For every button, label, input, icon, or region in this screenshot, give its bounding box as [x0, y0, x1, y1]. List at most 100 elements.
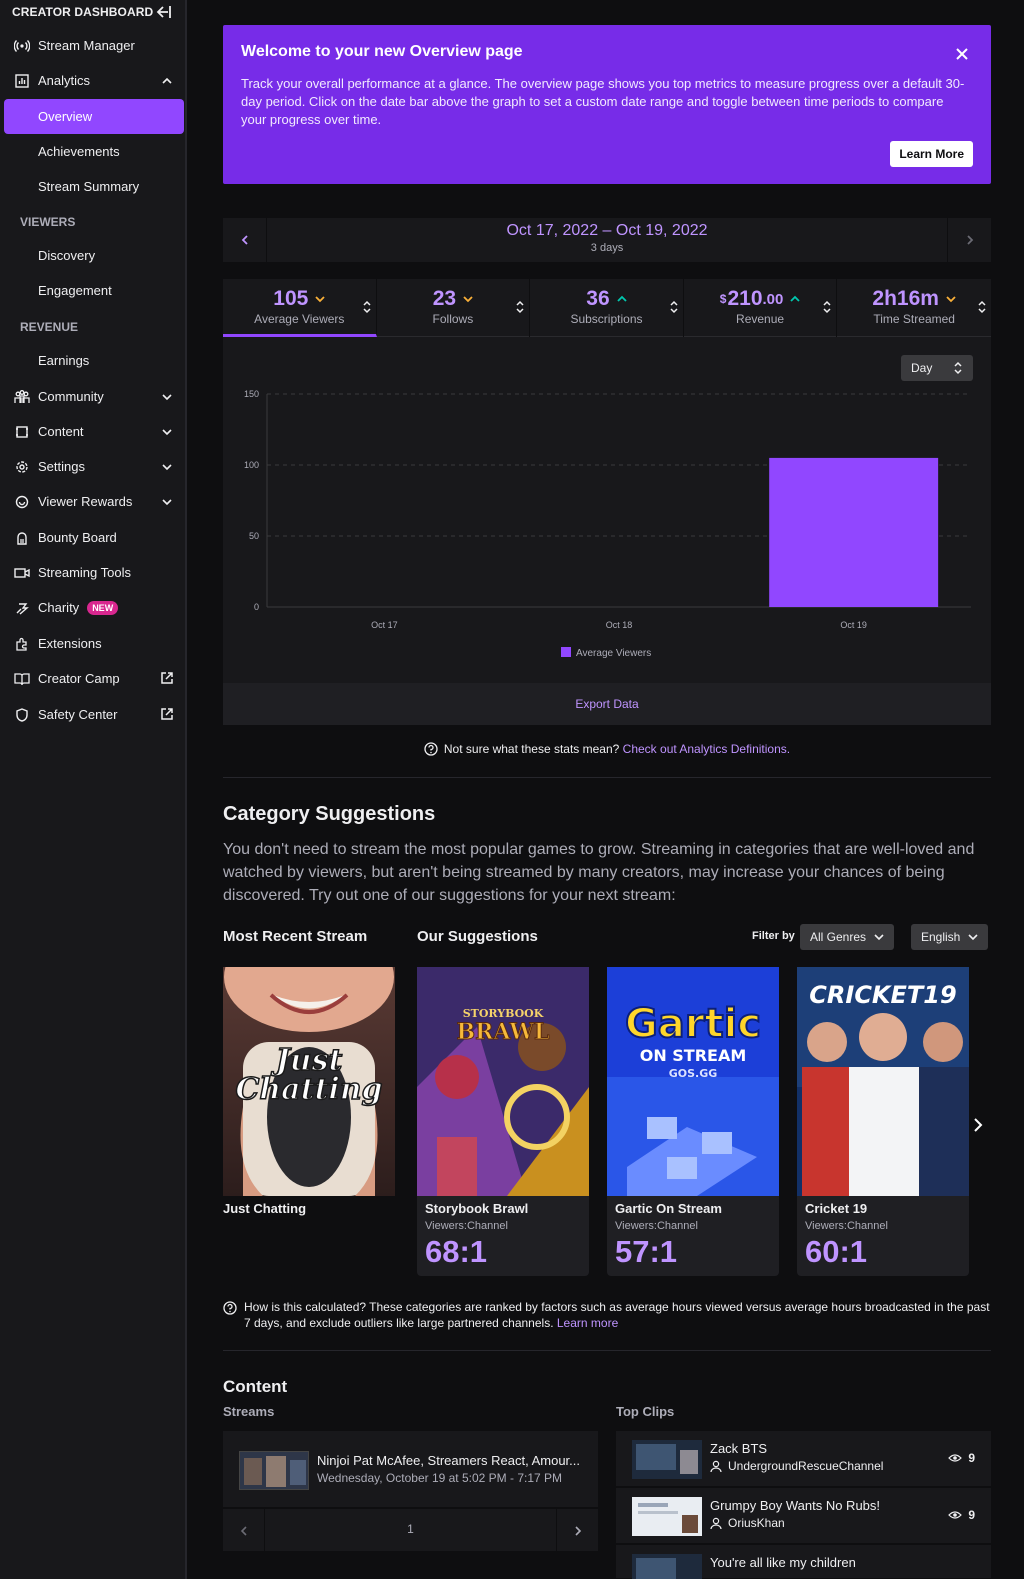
nav-creator-camp[interactable]: Creator Camp: [4, 661, 184, 696]
chevron-down-icon: [160, 460, 174, 474]
metric-average-viewers[interactable]: 105 Average Viewers: [223, 279, 377, 337]
collapse-sidebar-icon[interactable]: [155, 3, 173, 21]
export-data-button[interactable]: Export Data: [223, 683, 991, 725]
book-icon: [14, 671, 30, 687]
gartic-art: Gartic ON STREAM GOS.GG: [607, 967, 779, 1196]
clip-list-item[interactable]: You're all like my children: [616, 1545, 991, 1579]
clip-list-item[interactable]: Zack BTS UndergroundRescueChannel 9: [616, 1431, 991, 1487]
date-range-days: 3 days: [590, 242, 624, 254]
camera-icon: [14, 565, 30, 581]
new-badge: NEW: [87, 600, 119, 615]
stream-title: Ninjoi Pat McAfee, Streamers React, Amou…: [317, 1453, 580, 1468]
stream-list-item[interactable]: Ninjoi Pat McAfee, Streamers React, Amou…: [223, 1431, 598, 1507]
chevron-right-icon[interactable]: [971, 1116, 985, 1134]
x-tick-label: Oct 17: [371, 620, 398, 630]
sort-icon: [670, 300, 678, 314]
metric-time-streamed[interactable]: 2h16m Time Streamed: [837, 279, 991, 337]
cricket-art: CRICKET19: [797, 967, 969, 1196]
chart-panel: Day 0 50 100 150 Oct 17 Oct 18 Oct 19 Average V…: [223, 337, 991, 683]
clip-views: 9: [968, 1451, 975, 1465]
just-chatting-title: Just Chatting: [223, 1201, 307, 1216]
trend-down-icon: [463, 296, 473, 303]
question-icon: [223, 1301, 237, 1315]
clip-list-item[interactable]: Grumpy Boy Wants No Rubs! OriusKhan 9: [616, 1488, 991, 1544]
nav-achievements[interactable]: Achievements: [4, 134, 184, 169]
top-clips-label: Top Clips: [616, 1404, 675, 1419]
stream-thumbnail: [239, 1451, 309, 1490]
nav-discovery[interactable]: Discovery: [4, 238, 184, 273]
metric-subscriptions[interactable]: 36 Subscriptions: [530, 279, 684, 337]
nav-earnings[interactable]: Earnings: [4, 343, 184, 378]
suggestion-ratio: 68:1: [425, 1234, 488, 1269]
sidebar-title: CREATOR DASHBOARD: [12, 5, 154, 19]
metric-label: Follows: [432, 312, 474, 326]
clip-title: Zack BTS: [710, 1441, 768, 1456]
category-suggestions-desc: You don't need to stream the most popula…: [223, 841, 975, 904]
nav-safety-center[interactable]: Safety Center: [4, 697, 184, 732]
nav-content[interactable]: Content: [4, 414, 184, 449]
shield-icon: [14, 707, 30, 723]
language-dropdown[interactable]: English: [911, 924, 989, 950]
clip-title: You're all like my children: [710, 1555, 856, 1570]
welcome-title: Welcome to your new Overview page: [241, 43, 523, 60]
interval-select[interactable]: Day: [901, 355, 973, 381]
nav-community-label: Community: [38, 389, 104, 404]
nav-charity[interactable]: Charity NEW: [4, 590, 184, 625]
previous-page-button[interactable]: [223, 1509, 265, 1552]
gartic-art-line1: Gartic: [625, 1001, 761, 1047]
next-period-button[interactable]: [947, 218, 991, 262]
clip-user: OriusKhan: [728, 1516, 785, 1530]
sort-icon: [978, 300, 986, 314]
nav-bounty-board[interactable]: Bounty Board: [4, 520, 184, 555]
nav-stream-manager-label: Stream Manager: [38, 38, 135, 53]
metric-value: 23: [432, 287, 457, 310]
nav-community[interactable]: Community: [4, 379, 184, 414]
streams-label: Streams: [223, 1404, 275, 1419]
suggestion-ratio: 60:1: [805, 1234, 868, 1269]
user-icon: [710, 1517, 722, 1529]
nav-engagement[interactable]: Engagement: [4, 273, 184, 308]
metric-decimals: .00: [762, 290, 784, 308]
metric-revenue[interactable]: $210.00 Revenue: [684, 279, 838, 337]
analytics-definitions-link[interactable]: Check out Analytics Definitions.: [623, 742, 790, 756]
nav-stream-summary-label: Stream Summary: [38, 179, 140, 194]
nav-analytics-label: Analytics: [38, 73, 91, 88]
nav-settings[interactable]: Settings: [4, 449, 184, 484]
cricket-art-line1: CRICKET19: [809, 981, 956, 1009]
sort-icon: [516, 300, 524, 314]
just-chatting-card[interactable]: Just Chatting: [223, 967, 395, 1196]
next-page-button[interactable]: [556, 1509, 598, 1552]
y-tick-label: 0: [254, 602, 259, 612]
external-link-icon: [160, 671, 174, 685]
close-icon[interactable]: [955, 47, 969, 61]
nav-analytics[interactable]: Analytics: [4, 63, 184, 98]
date-range-picker[interactable]: Oct 17, 2022 – Oct 19, 2022 3 days: [267, 218, 947, 262]
suggestion-card-cricket-19[interactable]: CRICKET19: [797, 967, 969, 1196]
nav-streaming-tools[interactable]: Streaming Tools: [4, 555, 184, 590]
nav-extensions[interactable]: Extensions: [4, 626, 184, 661]
suggestion-meta-gartic-on-stream: Gartic On Stream Viewers:Channel 57:1: [607, 1196, 779, 1276]
page-number: 1: [407, 1522, 414, 1536]
nav-stream-manager[interactable]: Stream Manager: [4, 28, 184, 63]
just-chatting-art: Just Chatting: [223, 967, 395, 1196]
learn-more-link[interactable]: Learn more: [557, 1316, 618, 1330]
metric-label: Time Streamed: [873, 312, 955, 326]
analytics-icon: [14, 73, 30, 89]
suggestion-sub: Viewers:Channel: [615, 1220, 698, 1232]
suggestion-name: Cricket 19: [805, 1201, 868, 1216]
external-link-icon: [160, 707, 174, 721]
genre-dropdown[interactable]: All Genres: [800, 924, 895, 950]
eye-icon: [948, 1454, 963, 1462]
nav-overview[interactable]: Overview: [4, 99, 184, 134]
sort-icon: [363, 300, 371, 314]
learn-more-button[interactable]: Learn More: [890, 141, 973, 167]
nav-viewer-rewards[interactable]: Viewer Rewards: [4, 484, 184, 519]
broadcast-icon: [14, 38, 30, 54]
metric-follows[interactable]: 23 Follows: [377, 279, 531, 337]
metric-label: Subscriptions: [570, 312, 643, 326]
nav-stream-summary[interactable]: Stream Summary: [4, 169, 184, 204]
previous-period-button[interactable]: [223, 218, 267, 262]
suggestion-card-gartic-on-stream[interactable]: Gartic ON STREAM GOS.GG: [607, 967, 779, 1196]
charity-icon: [14, 600, 30, 616]
suggestion-card-storybook-brawl[interactable]: STORYBOOK BRAWL: [417, 967, 589, 1196]
